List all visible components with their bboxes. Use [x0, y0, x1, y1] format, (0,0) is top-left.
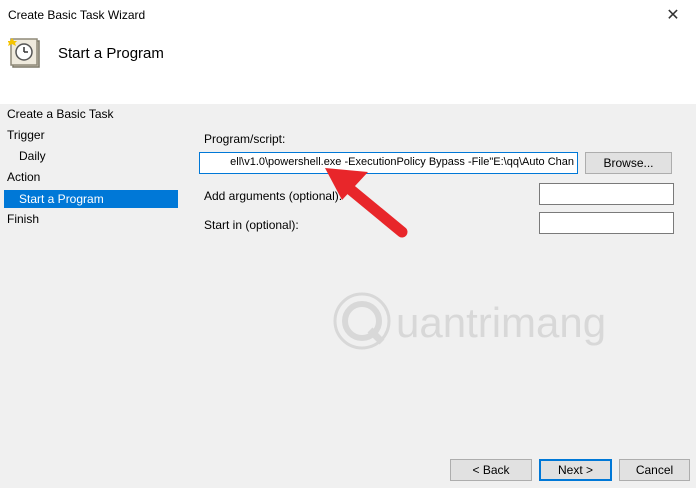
program-script-label: Program/script: [204, 132, 286, 146]
clock-task-icon [8, 38, 40, 68]
window-title: Create Basic Task Wizard [8, 8, 146, 22]
title-bar: Create Basic Task Wizard ✕ [0, 0, 696, 32]
browse-button[interactable]: Browse... [585, 152, 672, 174]
watermark-text: uantrimang [396, 299, 606, 346]
wizard-header [0, 32, 696, 104]
start-in-label: Start in (optional): [204, 218, 299, 232]
start-in-input[interactable] [539, 212, 674, 234]
sidebar-item-action[interactable]: Action [7, 168, 40, 186]
sidebar-item-finish[interactable]: Finish [7, 210, 39, 228]
cancel-button[interactable]: Cancel [619, 459, 690, 481]
sidebar-item-daily[interactable]: Daily [19, 147, 46, 165]
sidebar-item-trigger[interactable]: Trigger [7, 126, 45, 144]
page-title: Start a Program [58, 45, 164, 62]
arguments-input[interactable] [539, 183, 674, 205]
close-button[interactable]: ✕ [650, 0, 696, 32]
red-arrow-annotation [325, 168, 408, 238]
next-button[interactable]: Next > [539, 459, 612, 481]
watermark-logo: uantrimang [333, 292, 606, 350]
sidebar-item-start-program[interactable]: Start a Program [19, 190, 104, 208]
back-button[interactable]: < Back [450, 459, 532, 481]
sidebar-item-create-basic-task[interactable]: Create a Basic Task [7, 105, 114, 123]
